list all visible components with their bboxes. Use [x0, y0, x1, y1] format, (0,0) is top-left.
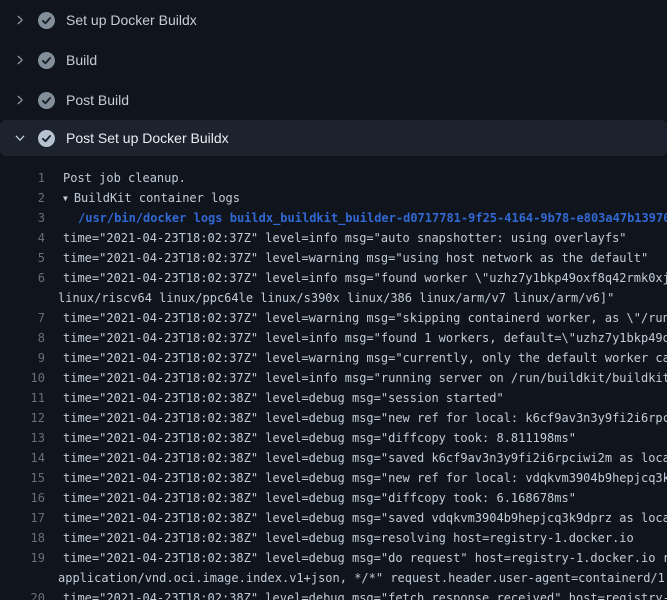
log-line: application/vnd.oci.image.index.v1+json,…: [0, 568, 667, 588]
log-line-number[interactable]: 14: [0, 448, 45, 468]
log-line-number[interactable]: 4: [0, 228, 45, 248]
log-line-number[interactable]: 5: [0, 248, 45, 268]
log-line: 16 time="2021-04-23T18:02:38Z" level=deb…: [0, 488, 667, 508]
log-line: 15 time="2021-04-23T18:02:38Z" level=deb…: [0, 468, 667, 488]
log-group-toggle[interactable]: ▼BuildKit container logs: [63, 188, 240, 208]
log-line-number: [0, 568, 45, 588]
chevron-right-icon[interactable]: [12, 52, 28, 68]
log-line: 1 Post job cleanup.: [0, 168, 667, 188]
log-line: 6 time="2021-04-23T18:02:37Z" level=info…: [0, 268, 667, 288]
group-collapse-icon[interactable]: ▼: [63, 189, 68, 209]
log-line-text: time="2021-04-23T18:02:38Z" level=debug …: [63, 428, 576, 448]
log-line-text: time="2021-04-23T18:02:37Z" level=info m…: [63, 228, 627, 248]
steps-list: Set up Docker Buildx Build P: [0, 0, 667, 156]
step-row-3[interactable]: Post Set up Docker Buildx: [0, 120, 667, 156]
log-line: 13 time="2021-04-23T18:02:38Z" level=deb…: [0, 428, 667, 448]
log-line: 3 /usr/bin/docker logs buildx_buildkit_b…: [0, 208, 667, 228]
log-line-text: time="2021-04-23T18:02:37Z" level=warnin…: [63, 308, 667, 328]
log-line-text: time="2021-04-23T18:02:37Z" level=info m…: [63, 268, 667, 288]
log-line-text: application/vnd.oci.image.index.v1+json,…: [58, 568, 667, 588]
log-line-number[interactable]: 8: [0, 328, 45, 348]
log-line-number[interactable]: 3: [0, 208, 45, 228]
log-line-number[interactable]: 9: [0, 348, 45, 368]
log-area: 1 Post job cleanup. 2 ▼BuildKit containe…: [0, 156, 667, 600]
log-line-text: /usr/bin/docker logs buildx_buildkit_bui…: [78, 208, 667, 228]
check-circle-icon: [38, 92, 55, 109]
log-line-number: [0, 288, 45, 308]
log-line-text: time="2021-04-23T18:02:37Z" level=info m…: [63, 368, 667, 388]
log-line: 7 time="2021-04-23T18:02:37Z" level=warn…: [0, 308, 667, 328]
log-line-text: time="2021-04-23T18:02:38Z" level=debug …: [63, 528, 634, 548]
log-line-text: time="2021-04-23T18:02:38Z" level=debug …: [63, 388, 504, 408]
step-row-0[interactable]: Set up Docker Buildx: [0, 0, 667, 40]
step-label: Set up Docker Buildx: [66, 12, 197, 28]
chevron-right-icon[interactable]: [12, 92, 28, 108]
log-line-text: time="2021-04-23T18:02:38Z" level=debug …: [63, 408, 667, 428]
log-line-number[interactable]: 17: [0, 508, 45, 528]
log-line: 2 ▼BuildKit container logs: [0, 188, 667, 208]
log-line-number[interactable]: 12: [0, 408, 45, 428]
log-line-number[interactable]: 7: [0, 308, 45, 328]
log-line-number[interactable]: 15: [0, 468, 45, 488]
log-line-text: time="2021-04-23T18:02:38Z" level=debug …: [63, 468, 667, 488]
chevron-right-icon[interactable]: [12, 12, 28, 28]
log-line-number[interactable]: 13: [0, 428, 45, 448]
step-row-2[interactable]: Post Build: [0, 80, 667, 120]
step-row-1[interactable]: Build: [0, 40, 667, 80]
log-line: 8 time="2021-04-23T18:02:37Z" level=info…: [0, 328, 667, 348]
log-line-text: time="2021-04-23T18:02:38Z" level=debug …: [63, 488, 576, 508]
log-line-number[interactable]: 1: [0, 168, 45, 188]
step-label: Build: [66, 52, 97, 68]
log-line: linux/riscv64 linux/ppc64le linux/s390x …: [0, 288, 667, 308]
check-circle-icon: [38, 130, 55, 147]
log-line: 10 time="2021-04-23T18:02:37Z" level=inf…: [0, 368, 667, 388]
log-line-number[interactable]: 19: [0, 548, 45, 568]
log-line-text: time="2021-04-23T18:02:37Z" level=warnin…: [63, 248, 648, 268]
step-label: Post Build: [66, 92, 129, 108]
log-line-number[interactable]: 10: [0, 368, 45, 388]
log-line: 14 time="2021-04-23T18:02:38Z" level=deb…: [0, 448, 667, 468]
log-line-text: time="2021-04-23T18:02:37Z" level=warnin…: [63, 348, 667, 368]
log-line-text: time="2021-04-23T18:02:38Z" level=debug …: [63, 508, 667, 528]
log-line: 4 time="2021-04-23T18:02:37Z" level=info…: [0, 228, 667, 248]
check-circle-icon: [38, 52, 55, 69]
log-line: 19 time="2021-04-23T18:02:38Z" level=deb…: [0, 548, 667, 568]
log-line-number[interactable]: 2: [0, 188, 45, 208]
log-line: 12 time="2021-04-23T18:02:38Z" level=deb…: [0, 408, 667, 428]
actions-log-viewer: Set up Docker Buildx Build P: [0, 0, 667, 600]
log-line-text: time="2021-04-23T18:02:38Z" level=debug …: [63, 588, 667, 600]
log-line-number[interactable]: 6: [0, 268, 45, 288]
log-line: 18 time="2021-04-23T18:02:38Z" level=deb…: [0, 528, 667, 548]
step-label: Post Set up Docker Buildx: [66, 130, 229, 146]
log-line: 9 time="2021-04-23T18:02:37Z" level=warn…: [0, 348, 667, 368]
chevron-down-icon[interactable]: [12, 130, 28, 146]
check-circle-icon: [38, 12, 55, 29]
log-line: 20 time="2021-04-23T18:02:38Z" level=deb…: [0, 588, 667, 600]
log-line-text: time="2021-04-23T18:02:38Z" level=debug …: [63, 548, 667, 568]
log-line-text: Post job cleanup.: [63, 168, 186, 188]
log-line: 11 time="2021-04-23T18:02:38Z" level=deb…: [0, 388, 667, 408]
log-line-text: time="2021-04-23T18:02:38Z" level=debug …: [63, 448, 667, 468]
log-line-number[interactable]: 11: [0, 388, 45, 408]
log-line: 17 time="2021-04-23T18:02:38Z" level=deb…: [0, 508, 667, 528]
log-line-number[interactable]: 16: [0, 488, 45, 508]
log-line: 5 time="2021-04-23T18:02:37Z" level=warn…: [0, 248, 667, 268]
log-line-text: time="2021-04-23T18:02:37Z" level=info m…: [63, 328, 667, 348]
log-line-number[interactable]: 18: [0, 528, 45, 548]
log-line-number[interactable]: 20: [0, 588, 45, 600]
log-line-text: linux/riscv64 linux/ppc64le linux/s390x …: [58, 288, 614, 308]
